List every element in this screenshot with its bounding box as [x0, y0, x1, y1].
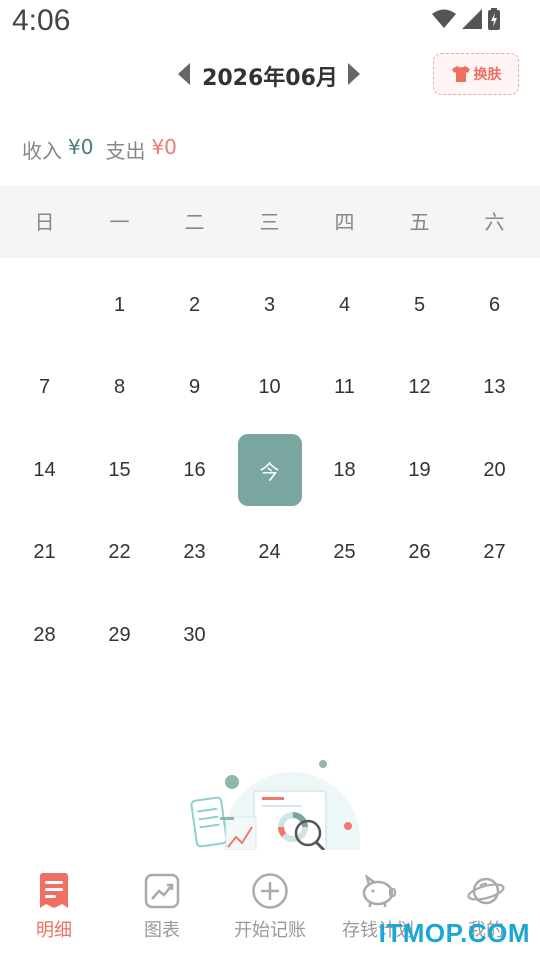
calendar-day[interactable]: 14 [7, 429, 82, 512]
calendar-day[interactable]: 20 [457, 429, 532, 512]
weekday-wed: 三 [259, 210, 280, 234]
nav-item-charts[interactable]: 图表 [108, 860, 216, 960]
status-icons [432, 8, 500, 30]
chart-icon [143, 872, 181, 910]
calendar-day[interactable]: 8 [82, 347, 157, 430]
change-skin-label: 换肤 [473, 67, 502, 83]
previous-month-icon[interactable] [178, 63, 190, 85]
empty-illustration-graphic [190, 760, 360, 850]
calendar-week: 14 15 16 今 18 19 20 [7, 429, 533, 512]
status-bar: 4:06 [0, 0, 540, 44]
calendar-day-empty [457, 594, 532, 677]
piggy-bank-icon [359, 872, 397, 910]
calendar-week: 1 2 3 4 5 6 [7, 264, 533, 347]
change-skin-button[interactable]: 换肤 [433, 53, 519, 95]
calendar-day[interactable]: 22 [82, 512, 157, 595]
calendar-day[interactable]: 1 [82, 264, 157, 347]
wifi-icon [432, 9, 456, 28]
calendar-week: 21 22 23 24 25 26 27 [7, 512, 533, 595]
calendar-day[interactable]: 4 [307, 264, 382, 347]
expense-value: ¥0 [151, 135, 177, 159]
calendar-day[interactable]: 23 [157, 512, 232, 595]
calendar-day-empty [7, 264, 82, 347]
calendar-day[interactable]: 15 [82, 429, 157, 512]
nav-label-start-bookkeeping: 开始记账 [234, 920, 306, 941]
weekday-mon: 一 [109, 210, 130, 234]
calendar-day-empty [382, 594, 457, 677]
calendar-day[interactable]: 19 [382, 429, 457, 512]
calendar-day[interactable]: 13 [457, 347, 532, 430]
empty-state-illustration [180, 755, 360, 850]
signal-icon [462, 9, 482, 29]
monthly-summary: 收入 ¥0 支出 ¥0 [22, 135, 177, 164]
today-marker: 今 [237, 434, 302, 507]
month-header: 2026年06月 换肤 [0, 50, 540, 100]
month-title[interactable]: 2026年06月 [196, 60, 344, 92]
calendar-day[interactable]: 10 [232, 347, 307, 430]
calendar-day[interactable]: 6 [457, 264, 532, 347]
calendar-week: 28 29 30 [7, 594, 533, 677]
calendar-day[interactable]: 18 [307, 429, 382, 512]
calendar-day[interactable]: 12 [382, 347, 457, 430]
plus-circle-icon [251, 872, 289, 910]
battery-icon [488, 8, 500, 30]
planet-icon [467, 872, 505, 910]
weekday-thu: 四 [334, 210, 355, 234]
list-note-icon [35, 872, 73, 910]
calendar-day[interactable]: 2 [157, 264, 232, 347]
calendar-day[interactable]: 5 [382, 264, 457, 347]
nav-item-start-bookkeeping[interactable]: 开始记账 [216, 860, 324, 960]
site-watermark: ITMOP.COM [378, 918, 530, 948]
weekday-fri: 五 [409, 210, 430, 234]
nav-item-details[interactable]: 明细 [0, 860, 108, 960]
calendar-day[interactable]: 3 [232, 264, 307, 347]
expense-label: 支出 [105, 139, 146, 163]
calendar-day[interactable]: 30 [157, 594, 232, 677]
calendar-day-empty [307, 594, 382, 677]
status-time: 4:06 [12, 4, 71, 37]
calendar-day[interactable]: 26 [382, 512, 457, 595]
weekday-tue: 二 [184, 210, 205, 234]
calendar-day[interactable]: 9 [157, 347, 232, 430]
calendar-grid: 1 2 3 4 5 6 7 8 9 10 11 12 13 14 15 16 今… [7, 264, 533, 677]
weekday-header: 日 一 二 三 四 五 六 [0, 186, 540, 258]
calendar-day[interactable]: 25 [307, 512, 382, 595]
calendar-day[interactable]: 29 [82, 594, 157, 677]
income-label: 收入 [22, 139, 62, 163]
income-value: ¥0 [68, 135, 94, 159]
calendar-day[interactable]: 24 [232, 512, 307, 595]
calendar-day[interactable]: 7 [7, 347, 82, 430]
calendar-day[interactable]: 21 [7, 512, 82, 595]
shirt-icon [451, 66, 470, 82]
calendar-day[interactable]: 11 [307, 347, 382, 430]
calendar-day-empty [232, 594, 307, 677]
nav-label-charts: 图表 [144, 920, 180, 941]
nav-label-details: 明细 [36, 920, 72, 941]
weekday-sat: 六 [484, 210, 505, 234]
weekday-sun: 日 [34, 210, 55, 234]
next-month-icon[interactable] [348, 63, 360, 85]
calendar-week: 7 8 9 10 11 12 13 [7, 347, 533, 430]
calendar-day[interactable]: 16 [157, 429, 232, 512]
calendar-day-today[interactable]: 今 [232, 429, 307, 512]
calendar-day[interactable]: 27 [457, 512, 532, 595]
calendar-day[interactable]: 28 [7, 594, 82, 677]
